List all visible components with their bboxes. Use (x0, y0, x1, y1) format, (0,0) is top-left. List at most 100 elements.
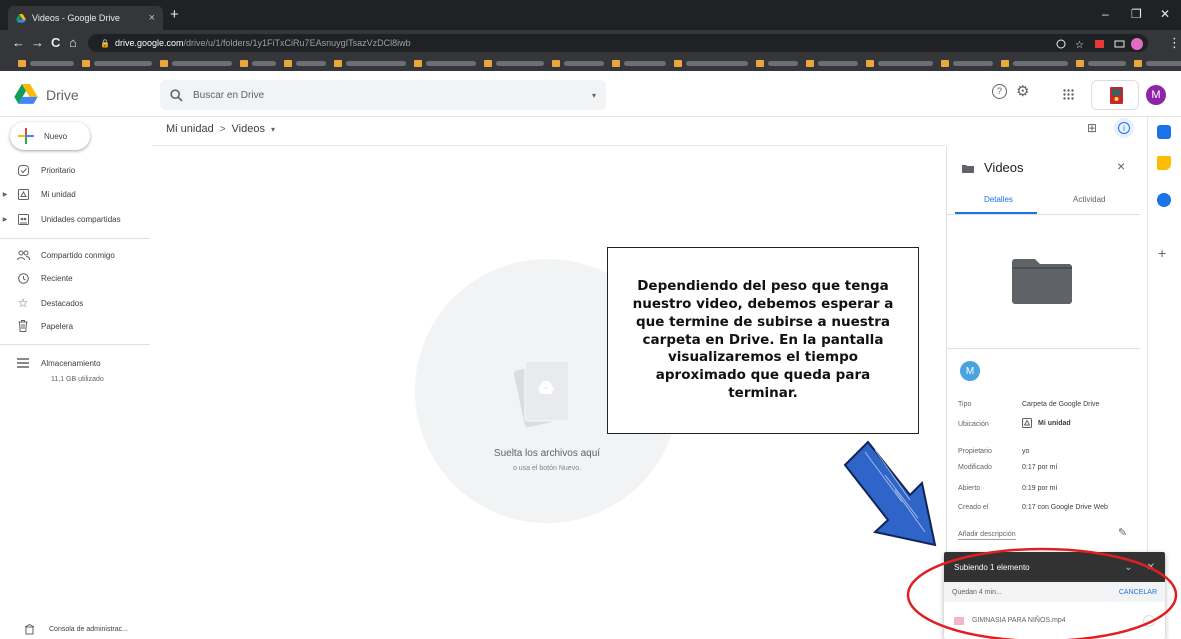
new-tab-button[interactable]: + (170, 6, 179, 23)
bookmark-item[interactable] (18, 60, 74, 67)
prop-key: Tipo (958, 401, 972, 408)
keep-icon[interactable] (1157, 156, 1171, 170)
shared-drives-icon (14, 213, 32, 225)
bookmark-item[interactable] (414, 60, 476, 67)
grid-view-icon[interactable]: ⊞ (1087, 121, 1097, 135)
bookmark-item[interactable] (612, 60, 666, 67)
drive-logo[interactable]: Drive (14, 84, 79, 105)
folder-icon (962, 164, 974, 173)
bookmark-item[interactable] (941, 60, 993, 67)
sidebar-item-label: Almacenamiento (41, 358, 101, 368)
sidebar-item-reciente[interactable]: Reciente (0, 269, 150, 287)
reload-button[interactable]: C (51, 35, 60, 50)
tasks-icon[interactable] (1157, 193, 1171, 207)
breadcrumb-separator: > (219, 123, 226, 135)
drop-files-icon (505, 353, 585, 438)
svg-text:☆: ☆ (1075, 40, 1084, 50)
close-icon[interactable]: × (1117, 158, 1125, 174)
url-host: drive.google.com (114, 38, 184, 48)
url-path: /drive/u/1/folders/1y1FiTxCiRu7EAsnuygIT… (183, 38, 411, 48)
bookmark-item[interactable] (1076, 60, 1126, 67)
home-button[interactable]: ⌂ (69, 35, 77, 50)
bookmark-item[interactable] (334, 60, 406, 67)
search-input[interactable] (193, 89, 582, 101)
apps-grid-icon[interactable] (1063, 89, 1074, 100)
bookmark-item[interactable] (240, 60, 276, 67)
sidebar-item-prioritario[interactable]: Prioritario (0, 161, 150, 179)
bookmark-item[interactable] (484, 60, 544, 67)
breadcrumb-dropdown-icon[interactable]: ▾ (271, 125, 275, 134)
bookmark-item[interactable] (674, 60, 748, 67)
bookmark-item[interactable] (82, 60, 152, 67)
breadcrumb-root[interactable]: Mi unidad (166, 123, 214, 135)
sidebar-item-compartido[interactable]: Compartido conmigo (0, 246, 150, 264)
breadcrumb: Mi unidad > Videos ▾ (166, 123, 275, 135)
admin-icon (24, 624, 35, 635)
sidebar-item-unidades-compartidas[interactable]: ▶ Unidades compartidas (0, 210, 150, 228)
prop-key: Modificado (958, 464, 992, 471)
window-close-button[interactable]: ✕ (1160, 7, 1170, 21)
settings-icon[interactable]: ⚙ (1016, 82, 1029, 100)
sidebar-item-label: Reciente (41, 273, 73, 283)
bookmark-item[interactable] (284, 60, 326, 67)
minimize-button[interactable]: – (1102, 7, 1109, 21)
prop-value-location[interactable]: Mi unidad (1022, 418, 1071, 428)
expand-caret-icon[interactable]: ▶ (0, 216, 10, 223)
drive-favicon-icon (16, 13, 26, 23)
sidebar-item-mi-unidad[interactable]: ▶ Mi unidad (0, 185, 150, 203)
shared-with-me-icon (14, 250, 32, 261)
sidebar-divider (0, 238, 150, 239)
storage-icon (14, 358, 32, 368)
header-divider (0, 116, 1181, 117)
tab-close-icon[interactable]: × (149, 12, 155, 24)
drop-zone-title: Suelta los archivos aquí (493, 448, 601, 459)
forward-button[interactable]: → (31, 35, 44, 50)
organization-logo[interactable] (1091, 80, 1139, 110)
calendar-icon[interactable] (1157, 125, 1171, 139)
help-icon[interactable]: ? (992, 84, 1007, 99)
my-drive-icon (14, 188, 32, 200)
details-title: Videos (984, 160, 1024, 175)
new-button[interactable]: Nuevo (10, 122, 90, 150)
add-addon-icon[interactable]: + (1158, 245, 1166, 261)
breadcrumb-current[interactable]: Videos (232, 123, 265, 135)
tab-details[interactable]: Detalles (984, 195, 1013, 204)
browser-tab[interactable]: Videos - Google Drive × (8, 6, 163, 30)
tutorial-callout: Dependiendo del peso que tenga nuestro v… (607, 247, 919, 434)
bookmark-item[interactable] (160, 60, 232, 67)
bookmark-item[interactable] (866, 60, 933, 67)
ext-icons[interactable]: ☆ (1055, 38, 1145, 50)
prop-value: 0:19 por mí (1022, 485, 1058, 492)
drive-logo-icon (14, 84, 38, 105)
prop-key: Creado el (958, 504, 989, 511)
owner-avatar: M (960, 361, 980, 381)
browser-menu-icon[interactable]: ⋮ (1168, 35, 1181, 51)
multicolor-plus-icon (18, 128, 34, 144)
priority-check-icon (14, 164, 32, 176)
back-button[interactable]: ← (12, 35, 25, 50)
search-bar[interactable]: ▾ (160, 80, 606, 110)
bookmark-item[interactable] (1001, 60, 1068, 67)
search-icon[interactable] (170, 88, 183, 102)
sidebar-item-label: Prioritario (41, 165, 76, 175)
bookmark-item[interactable] (806, 60, 858, 67)
restore-button[interactable]: ❐ (1131, 7, 1142, 21)
account-avatar[interactable]: M (1146, 85, 1166, 105)
tab-activity[interactable]: Actividad (1073, 195, 1105, 204)
sidebar-item-almacenamiento[interactable]: Almacenamiento (0, 354, 150, 372)
prop-value: 0:17 con Google Drive Web (1022, 504, 1108, 511)
bookmarks-bar (0, 56, 1181, 71)
search-options-icon[interactable]: ▾ (592, 91, 596, 100)
annotation-arrow (843, 440, 937, 547)
admin-console-link[interactable]: Consola de administrac... (24, 624, 128, 635)
address-bar[interactable]: 🔒 drive.google.com /drive/u/1/folders/1y… (88, 34, 1148, 52)
admin-console-label: Consola de administrac... (49, 626, 128, 633)
sidebar-item-papelera[interactable]: Papelera (0, 317, 150, 335)
info-icon[interactable]: i (1114, 118, 1134, 138)
expand-caret-icon[interactable]: ▶ (0, 191, 10, 198)
bookmark-item[interactable] (1134, 60, 1181, 67)
bookmark-item[interactable] (552, 60, 604, 67)
bookmark-item[interactable] (756, 60, 798, 67)
sidebar-item-destacados[interactable]: ☆ Destacados (0, 294, 150, 312)
prop-value: 0:17 por mí (1022, 464, 1058, 471)
